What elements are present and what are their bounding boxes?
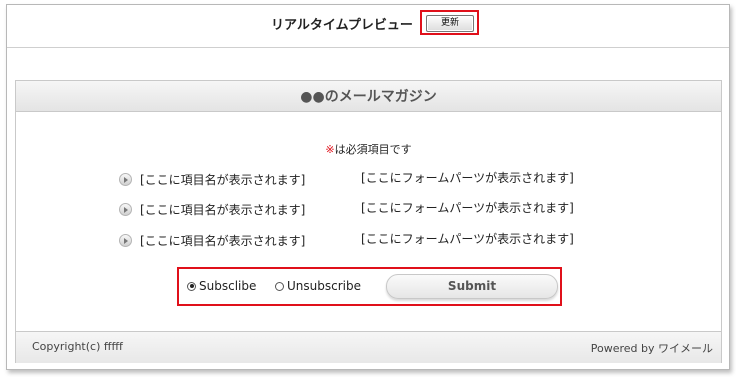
powered-by-text: Powered by ワイメール (590, 342, 713, 355)
field-part[interactable]: [ここにフォームパーツが表示されます] (361, 199, 574, 216)
form-title: ●●のメールマガジン (300, 89, 437, 105)
copyright-text: Copyright(c) fffff (32, 340, 123, 353)
update-button[interactable]: 更新 (426, 15, 474, 32)
field-label: [ここに項目名が表示されます] (140, 234, 306, 248)
subscription-highlight: Subsclibe Unsubscribe Submit (177, 267, 562, 306)
subscribe-option[interactable]: Subsclibe (187, 278, 256, 294)
preview-title: リアルタイムプレビュー (271, 18, 413, 33)
subscribe-radio[interactable] (187, 281, 196, 291)
mail-magazine-form: ●●のメールマガジン ※は必須項目です [ここに項目名が表示されます] [ここに… (15, 80, 722, 363)
required-note: ※は必須項目です (16, 141, 721, 157)
required-text: は必須項目です (334, 143, 412, 156)
arrow-bullet-icon (119, 234, 132, 247)
form-row: [ここに項目名が表示されます] [ここにフォームパーツが表示されます] (16, 200, 721, 220)
update-highlight: 更新 (420, 10, 479, 35)
form-row: [ここに項目名が表示されます] [ここにフォームパーツが表示されます] (16, 231, 721, 251)
arrow-bullet-icon (119, 173, 132, 186)
subscribe-label: Subsclibe (199, 279, 257, 293)
form-header: ●●のメールマガジン (16, 81, 721, 112)
arrow-bullet-icon (119, 203, 132, 216)
field-part[interactable]: [ここにフォームパーツが表示されます] (361, 230, 574, 247)
unsubscribe-radio[interactable] (275, 281, 284, 291)
unsubscribe-label: Unsubscribe (287, 279, 361, 293)
unsubscribe-option[interactable]: Unsubscribe (275, 278, 361, 294)
field-label: [ここに項目名が表示されます] (140, 173, 306, 187)
preview-header: リアルタイムプレビュー 更新 (7, 5, 729, 48)
preview-frame: リアルタイムプレビュー 更新 ●●のメールマガジン ※は必須項目です [ここに項… (6, 4, 730, 370)
form-footer: Copyright(c) fffff Powered by ワイメール (16, 331, 721, 363)
form-row: [ここに項目名が表示されます] [ここにフォームパーツが表示されます] (16, 170, 721, 190)
field-part[interactable]: [ここにフォームパーツが表示されます] (361, 169, 574, 186)
submit-button[interactable]: Submit (386, 274, 558, 299)
field-label: [ここに項目名が表示されます] (140, 203, 306, 217)
required-mark: ※ (325, 143, 335, 156)
